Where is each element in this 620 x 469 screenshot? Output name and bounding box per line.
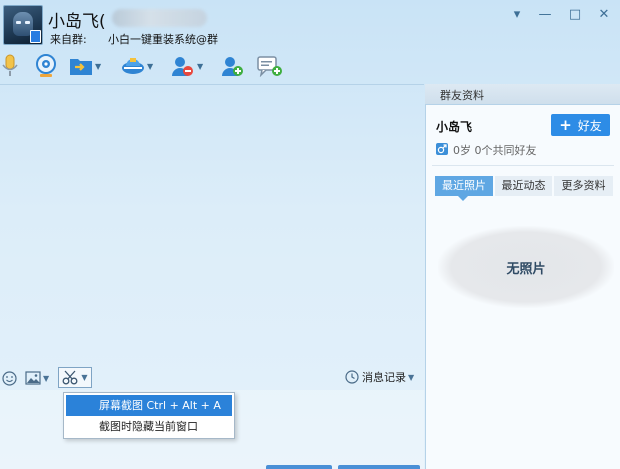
message-history-label: 消息记录 [362, 371, 406, 384]
remote-desktop-icon [122, 58, 144, 74]
message-history-button[interactable]: 消息记录 ▼ [345, 369, 414, 385]
maximize-button[interactable]: □ [565, 6, 585, 24]
redacted-id [112, 9, 207, 27]
contact-nickname: 小岛飞( [48, 12, 106, 32]
add-user-icon [222, 57, 243, 76]
message-add-icon [257, 56, 282, 77]
male-gender-icon [436, 143, 448, 155]
smiley-icon [2, 370, 17, 386]
tab-more-info[interactable]: 更多资料 [554, 176, 613, 196]
add-friend-label: 好友 [577, 118, 602, 133]
divider [432, 165, 614, 166]
add-friend-button[interactable]: + 好友 [551, 114, 610, 136]
send-button[interactable] [338, 465, 420, 469]
emoji-button[interactable] [2, 369, 17, 387]
from-group-label: 来自群: [50, 33, 87, 46]
clock-icon [345, 370, 359, 384]
tab-recent-photos[interactable]: 最近照片 [435, 176, 493, 196]
tab-pointer [458, 196, 468, 201]
menu-item-hide-window-capture[interactable]: 截图时隐藏当前窗口 [66, 416, 232, 437]
block-member-button[interactable]: ▼ [171, 53, 203, 79]
panel-title: 群友资料 [440, 89, 484, 102]
no-photo-text: 无照片 [506, 261, 546, 277]
screenshot-button[interactable]: ▼ [58, 367, 92, 388]
add-friend-tool-button[interactable] [221, 53, 245, 79]
minimize-button[interactable]: — [535, 6, 555, 24]
chat-message-area[interactable] [0, 84, 424, 367]
plus-icon: + [559, 115, 572, 134]
no-photo-placeholder: 无照片 [438, 226, 614, 308]
close-button[interactable]: ✕ [594, 6, 614, 24]
voice-call-button[interactable] [1, 53, 19, 79]
close-chat-button[interactable] [266, 465, 332, 469]
image-icon [25, 371, 41, 385]
tab-recent-activity[interactable]: 最近动态 [495, 176, 552, 196]
block-user-icon [172, 57, 193, 76]
message-tool-button[interactable] [257, 53, 283, 79]
microphone-icon [2, 54, 18, 76]
remote-assist-button[interactable]: ▼ [121, 53, 153, 79]
video-call-button[interactable] [35, 53, 57, 79]
window-menu-button[interactable]: ▾ [507, 6, 527, 24]
send-file-button[interactable]: ▼ [69, 53, 101, 79]
image-button[interactable]: ▼ [25, 369, 49, 387]
file-transfer-icon [70, 59, 92, 75]
from-group-name[interactable]: 小白一键重装系统@群 [108, 31, 218, 47]
avatar[interactable] [3, 5, 43, 45]
member-name: 小岛飞 [436, 120, 473, 134]
webcam-icon [36, 54, 56, 77]
member-info: 0岁 0个共同好友 [453, 144, 537, 157]
scissors-icon [62, 370, 78, 385]
screenshot-dropdown-menu: 屏幕截图 Ctrl + Alt + A 截图时隐藏当前窗口 [63, 392, 235, 439]
menu-item-screen-capture[interactable]: 屏幕截图 Ctrl + Alt + A [66, 395, 232, 416]
